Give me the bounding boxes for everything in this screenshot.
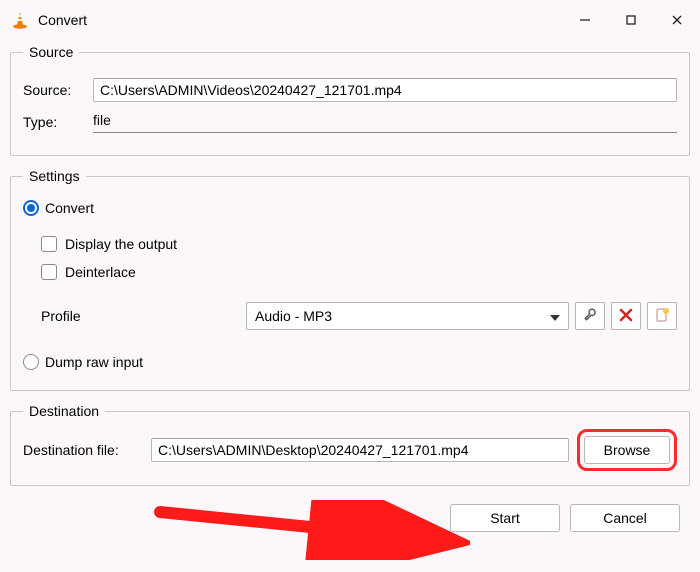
delete-profile-button[interactable]	[611, 302, 641, 330]
source-input[interactable]	[93, 78, 677, 102]
source-group: Source Source: Type: file	[10, 44, 690, 156]
close-button[interactable]	[654, 0, 700, 40]
convert-radio[interactable]: Convert	[23, 200, 94, 216]
display-output-label: Display the output	[65, 236, 177, 252]
destination-label: Destination file:	[23, 442, 143, 458]
start-button[interactable]: Start	[450, 504, 560, 532]
profile-label: Profile	[41, 308, 246, 324]
destination-input[interactable]	[151, 438, 569, 462]
dialog-content: Source Source: Type: file Settings Conve…	[0, 44, 700, 542]
new-document-icon	[654, 307, 670, 326]
profile-select[interactable]: Audio - MP3	[246, 302, 569, 330]
browse-button[interactable]: Browse	[584, 436, 670, 464]
dump-raw-radio[interactable]: Dump raw input	[23, 354, 143, 370]
deinterlace-label: Deinterlace	[65, 264, 136, 280]
type-value: file	[93, 110, 677, 133]
edit-profile-button[interactable]	[575, 302, 605, 330]
deinterlace-checkbox[interactable]: Deinterlace	[41, 264, 136, 280]
profile-select-value: Audio - MP3	[255, 308, 332, 324]
new-profile-button[interactable]	[647, 302, 677, 330]
window-title: Convert	[38, 12, 562, 28]
checkbox-box-icon	[41, 236, 57, 252]
dump-raw-label: Dump raw input	[45, 354, 143, 370]
dialog-button-row: Start Cancel	[10, 498, 690, 532]
source-label: Source:	[23, 82, 93, 98]
minimize-button[interactable]	[562, 0, 608, 40]
wrench-icon	[582, 307, 598, 326]
checkbox-box-icon	[41, 264, 57, 280]
radio-dot-icon	[23, 200, 39, 216]
type-label: Type:	[23, 114, 93, 130]
convert-radio-label: Convert	[45, 200, 94, 216]
radio-dot-icon	[23, 354, 39, 370]
vlc-cone-icon	[10, 10, 30, 30]
annotation-highlight: Browse	[577, 429, 677, 471]
settings-legend: Settings	[23, 168, 86, 184]
cancel-button[interactable]: Cancel	[570, 504, 680, 532]
x-red-icon	[619, 308, 633, 325]
chevron-down-icon	[550, 308, 560, 324]
destination-group: Destination Destination file: Browse	[10, 403, 690, 486]
display-output-checkbox[interactable]: Display the output	[41, 236, 177, 252]
destination-legend: Destination	[23, 403, 105, 419]
maximize-button[interactable]	[608, 0, 654, 40]
settings-group: Settings Convert Display the output Dein…	[10, 168, 690, 391]
window-controls	[562, 0, 700, 40]
source-legend: Source	[23, 44, 79, 60]
titlebar: Convert	[0, 0, 700, 40]
